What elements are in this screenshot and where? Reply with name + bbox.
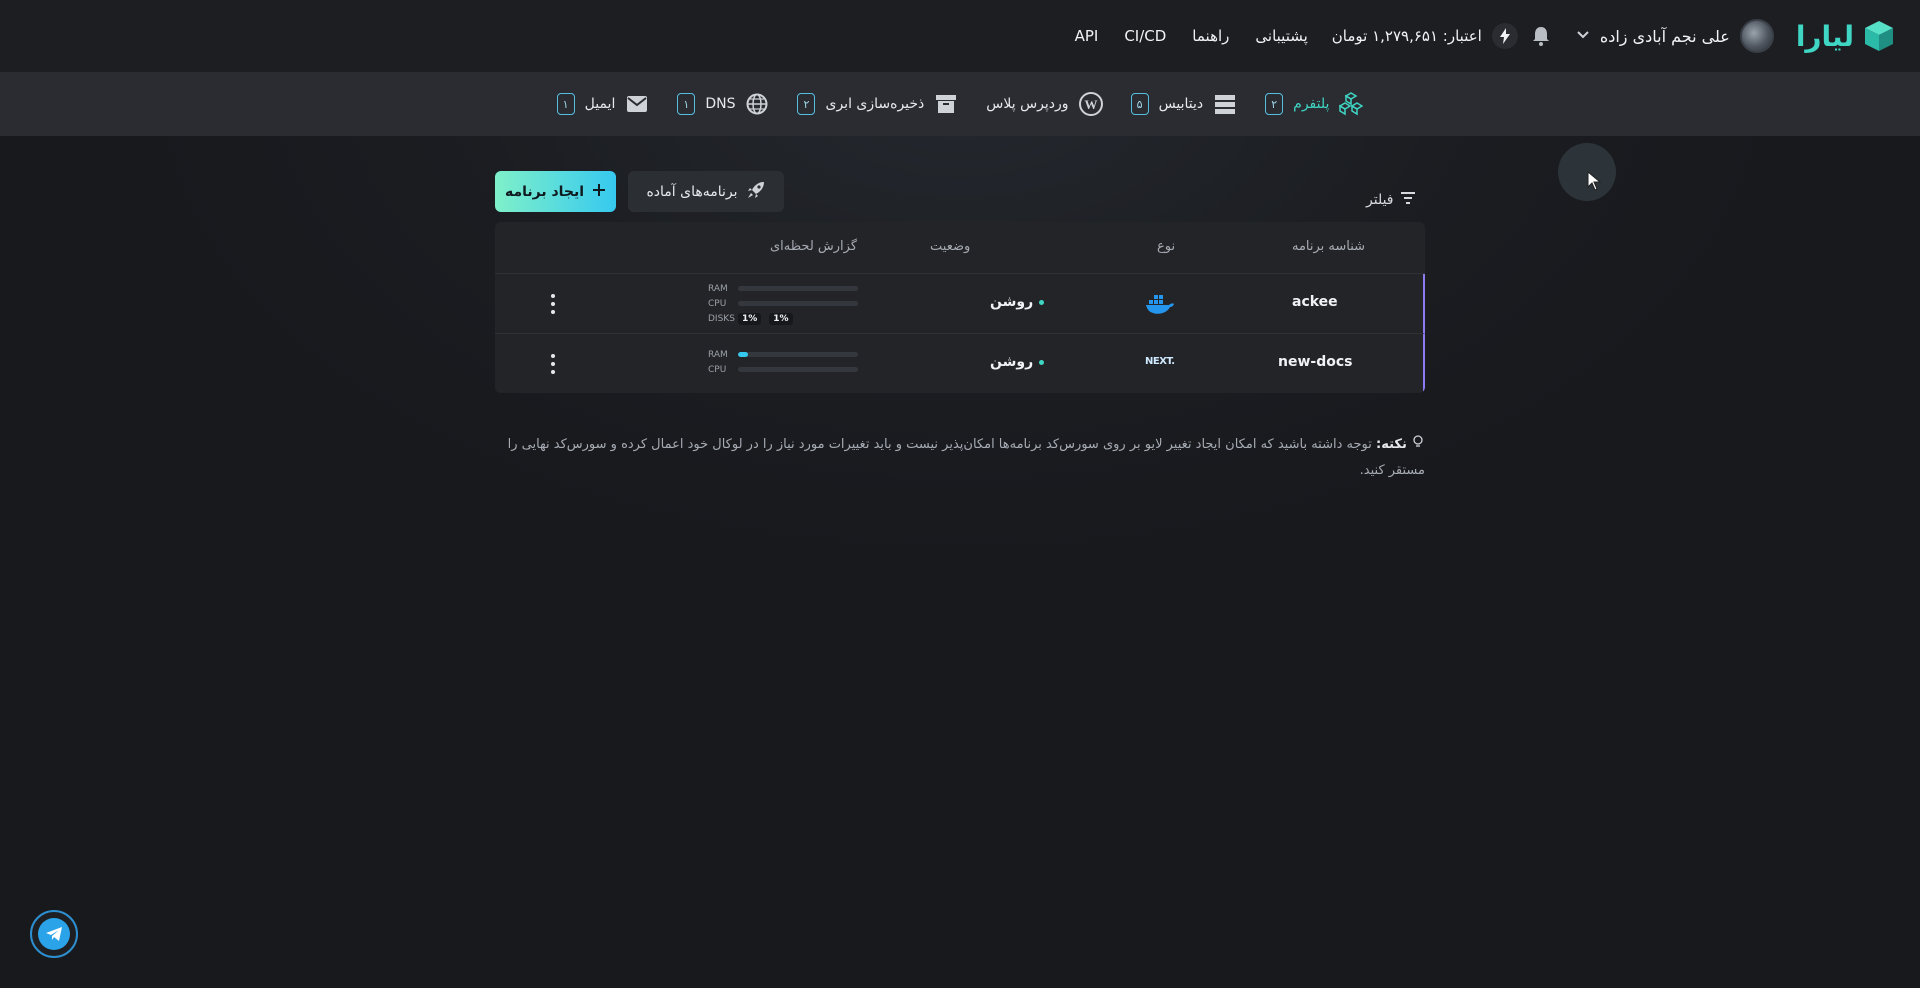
docker-icon <box>1145 292 1175 320</box>
table-header: شناسه برنامه نوع وضعیت گزارش لحظه‌ای <box>495 222 1425 274</box>
globe-icon <box>745 92 769 116</box>
service-count: ۱ <box>677 93 696 115</box>
user-menu[interactable]: علی نجم آبادی زاده <box>1576 19 1774 53</box>
database-icon <box>1213 92 1237 116</box>
chevron-down-icon <box>1576 28 1590 44</box>
app-id[interactable]: ackee <box>1292 294 1338 310</box>
header-app-id: شناسه برنامه <box>1292 239 1366 254</box>
note: نکته: توجه داشته باشید که امکان ایجاد تغ… <box>500 432 1425 484</box>
create-app-label: ایجاد برنامه <box>504 183 585 200</box>
ram-metric: RAM <box>708 347 858 362</box>
cpu-metric: CPU <box>708 362 858 377</box>
table-row[interactable]: ackee روشن RAM CPU DISKS 1% 1% <box>495 274 1425 334</box>
ram-bar <box>738 352 858 357</box>
action-bar: ایجاد برنامه برنامه‌های آماده <box>495 171 784 212</box>
create-app-button[interactable]: ایجاد برنامه <box>495 171 616 212</box>
rocket-icon <box>746 180 766 204</box>
disk-usage: 1% <box>738 312 762 325</box>
brand-name: لیارا <box>1795 19 1855 53</box>
status: روشن <box>990 294 1045 310</box>
ram-fill <box>738 352 748 357</box>
service-count: ۲ <box>797 93 816 115</box>
disk-usage: 1% <box>769 312 793 325</box>
disks-metric: DISKS 1% 1% <box>708 311 858 326</box>
telegram-button[interactable] <box>30 910 78 958</box>
cube-logo-icon <box>1865 21 1893 51</box>
nav-cicd[interactable]: CI/CD <box>1124 27 1166 45</box>
service-count: ۲ <box>1265 93 1284 115</box>
service-label: ذخیره‌سازی ابری <box>825 96 925 112</box>
service-label: دیتابیس <box>1158 96 1204 112</box>
nav-api[interactable]: API <box>1075 27 1099 45</box>
header-report: گزارش لحظه‌ای <box>770 239 858 254</box>
status-dot <box>1039 359 1045 365</box>
status-label: روشن <box>990 354 1034 370</box>
cubes-icon <box>1339 92 1364 116</box>
live-report: RAM CPU <box>708 347 858 377</box>
service-label: وردپرس پلاس <box>986 96 1069 112</box>
more-options-icon[interactable] <box>548 354 558 374</box>
cpu-bar <box>738 367 858 372</box>
user-name: علی نجم آبادی زاده <box>1599 26 1730 46</box>
service-count: ۱ <box>556 93 575 115</box>
avatar <box>1739 19 1774 53</box>
ram-label: RAM <box>708 283 728 294</box>
filter-label: فیلتر <box>1366 192 1394 208</box>
header-status: وضعیت <box>930 239 971 254</box>
mouse-cursor-icon <box>1587 171 1601 191</box>
apps-table: شناسه برنامه نوع وضعیت گزارش لحظه‌ای ack… <box>495 222 1425 393</box>
ram-label: RAM <box>708 349 728 360</box>
service-wordpress[interactable]: W وردپرس پلاس <box>986 92 1103 116</box>
top-nav: پشتیبانی راهنما CI/CD API <box>1075 27 1308 45</box>
service-database[interactable]: دیتابیس ۵ <box>1130 92 1238 116</box>
filter-icon <box>1400 192 1416 208</box>
live-report: RAM CPU DISKS 1% 1% <box>708 281 858 326</box>
main-content: ایجاد برنامه برنامه‌های آماده فیلتر شناس… <box>0 0 1920 988</box>
bell-icon[interactable] <box>1528 23 1554 49</box>
wordpress-icon: W <box>1078 92 1103 116</box>
service-label: ایمیل <box>584 96 616 112</box>
bolt-icon[interactable] <box>1491 23 1518 49</box>
plus-icon <box>592 183 606 201</box>
service-email[interactable]: ایمیل ۱ <box>556 92 650 116</box>
brand-logo[interactable]: لیارا <box>1796 19 1896 53</box>
nextjs-icon: NEXT. <box>1145 356 1175 367</box>
service-storage[interactable]: ذخیره‌سازی ابری ۲ <box>797 92 958 116</box>
status-label: روشن <box>990 294 1034 310</box>
ram-bar <box>738 286 858 291</box>
service-count: ۵ <box>1130 93 1149 115</box>
archive-icon <box>934 92 958 116</box>
table-row[interactable]: new-docs NEXT. روشن RAM CPU <box>495 334 1425 393</box>
nav-docs[interactable]: راهنما <box>1192 27 1229 45</box>
cpu-metric: CPU <box>708 296 858 311</box>
note-text: توجه داشته باشید که امکان ایجاد تغییر لا… <box>507 437 1425 478</box>
status-dot <box>1039 299 1045 305</box>
service-platform[interactable]: پلتفرم ۲ <box>1265 92 1364 116</box>
nav-support[interactable]: پشتیبانی <box>1255 27 1307 45</box>
top-header: لیارا علی نجم آبادی زاده اعتبار: ۱,۲۷۹,۶… <box>0 0 1920 72</box>
filter-button[interactable]: فیلتر <box>1366 192 1416 208</box>
service-bar: پلتفرم ۲ دیتابیس ۵ W وردپرس پلاس ذخیره‌س… <box>0 72 1920 136</box>
credit-balance[interactable]: اعتبار: ۱,۲۷۹,۶۵۱ تومان <box>1332 27 1482 45</box>
status: روشن <box>990 354 1045 370</box>
service-label: DNS <box>705 96 736 112</box>
mail-icon <box>625 92 649 116</box>
note-title: نکته: <box>1376 437 1407 452</box>
app-id[interactable]: new-docs <box>1278 354 1352 370</box>
telegram-icon <box>38 918 70 950</box>
svg-text:W: W <box>1084 97 1097 112</box>
more-options-icon[interactable] <box>548 294 558 314</box>
lightbulb-icon <box>1407 435 1425 452</box>
ram-metric: RAM <box>708 281 858 296</box>
ready-apps-label: برنامه‌های آماده <box>646 183 738 200</box>
disks-label: DISKS <box>708 313 735 324</box>
ready-apps-button[interactable]: برنامه‌های آماده <box>628 171 784 212</box>
service-label: پلتفرم <box>1293 96 1330 112</box>
service-dns[interactable]: DNS ۱ <box>677 92 769 116</box>
cpu-label: CPU <box>708 298 727 309</box>
header-type: نوع <box>1157 239 1176 254</box>
cpu-bar <box>738 301 858 306</box>
cpu-label: CPU <box>708 364 727 375</box>
